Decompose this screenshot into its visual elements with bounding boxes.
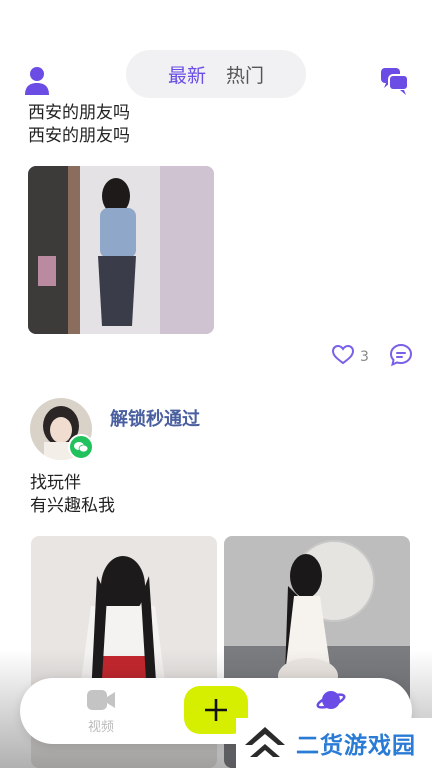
- post-1-actions: 3: [331, 343, 413, 371]
- profile-icon[interactable]: [24, 66, 54, 96]
- post-1-line-2: 西安的朋友吗: [28, 126, 130, 146]
- nav-video[interactable]: 视频: [78, 688, 124, 735]
- post-1-line-1: 西安的朋友吗: [28, 103, 130, 123]
- wechat-icon: [68, 434, 94, 460]
- tab-hot[interactable]: 热门: [226, 61, 264, 88]
- avatar[interactable]: [30, 398, 94, 460]
- comment-icon[interactable]: [389, 343, 413, 371]
- watermark: 二货游戏园: [236, 718, 432, 768]
- post-1-photo[interactable]: [28, 166, 214, 334]
- feed-tab-switcher: 最新 热门: [126, 50, 306, 98]
- plus-icon: [205, 699, 227, 721]
- post-2-line-2: 有兴趣私我: [30, 496, 115, 516]
- tab-latest[interactable]: 最新: [168, 61, 206, 88]
- watermark-logo-icon: [245, 727, 285, 757]
- chat-bubbles-icon[interactable]: [380, 66, 410, 96]
- post-2-text: 找玩伴 有兴趣私我: [30, 472, 115, 518]
- watermark-text: 二货游戏园: [296, 733, 416, 759]
- like-count: 3: [360, 349, 369, 365]
- post-2-username[interactable]: 解锁秒通过: [110, 405, 200, 431]
- post-1-text: 西安的朋友吗 西安的朋友吗: [28, 102, 130, 148]
- planet-icon[interactable]: [316, 686, 346, 716]
- video-camera-icon: [78, 688, 124, 716]
- post-2-line-1: 找玩伴: [30, 473, 81, 493]
- nav-video-label: 视频: [87, 720, 114, 735]
- heart-icon[interactable]: [331, 344, 355, 369]
